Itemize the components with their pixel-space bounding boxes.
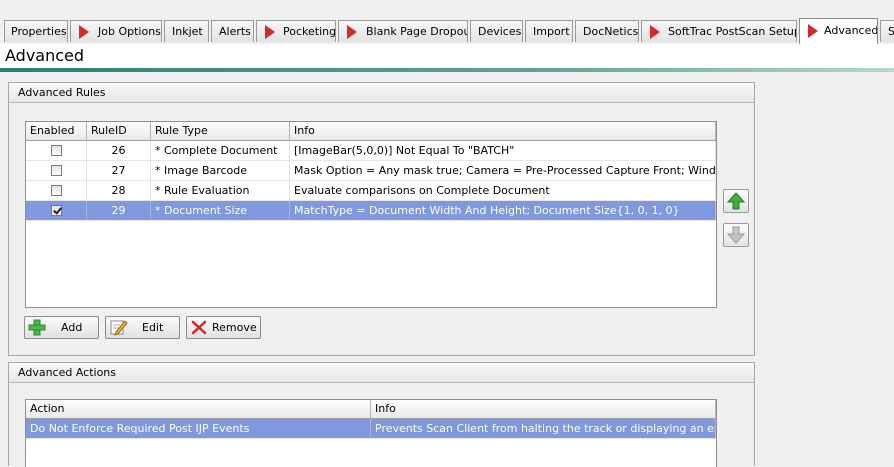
info-cell: Prevents Scan Client from halting the tr… xyxy=(371,419,716,439)
ruleid-cell: 28 xyxy=(87,181,151,201)
enabled-cell xyxy=(26,141,87,161)
info-cell: MatchType = Document Width And Height; D… xyxy=(290,201,716,221)
group-header: Advanced Rules xyxy=(9,83,754,103)
table-row[interactable]: 26 * Complete Document [ImageBar(5,0,0)]… xyxy=(26,141,716,161)
add-button[interactable]: Add xyxy=(24,316,99,339)
remove-button-label: Remove xyxy=(212,321,257,334)
green-up-arrow-icon xyxy=(726,192,746,210)
tab-label: Pocketing xyxy=(283,25,336,38)
rule-type-cell: * Complete Document xyxy=(151,141,290,161)
tab-label: Job Options xyxy=(98,25,161,38)
tab-label: Inkjet xyxy=(172,25,203,38)
column-header-info[interactable]: Info xyxy=(371,400,716,419)
tab-properties[interactable]: Properties xyxy=(4,20,68,42)
tab-softtrac-postscan-setup[interactable]: SoftTrac PostScan Setup xyxy=(641,20,797,42)
rule-type-cell: * Document Size xyxy=(151,201,290,221)
tab-label: Import xyxy=(533,25,570,38)
column-header-info[interactable]: Info xyxy=(290,122,716,141)
move-up-button[interactable] xyxy=(723,189,749,213)
tab-import[interactable]: Import xyxy=(525,20,573,42)
column-header-ruleid[interactable]: RuleID xyxy=(87,122,151,141)
rules-grid[interactable]: Enabled RuleID Rule Type Info 26 * Compl… xyxy=(25,121,717,308)
enabled-checkbox[interactable] xyxy=(51,145,62,156)
enabled-cell xyxy=(26,161,87,181)
tab-pocketing[interactable]: Pocketing xyxy=(256,20,336,42)
tab-alerts[interactable]: Alerts xyxy=(211,20,254,42)
column-header-rule-type[interactable]: Rule Type xyxy=(151,122,290,141)
red-arrow-icon xyxy=(650,25,660,39)
tab-devices[interactable]: Devices xyxy=(470,20,523,42)
edit-button-label: Edit xyxy=(142,321,164,334)
info-cell: Mask Option = Any mask true; Camera = Pr… xyxy=(290,161,716,181)
tab-label: Alerts xyxy=(219,25,251,38)
enabled-checkbox[interactable] xyxy=(51,205,62,216)
table-row-selected[interactable]: Do Not Enforce Required Post IJP Events … xyxy=(26,419,716,439)
enabled-cell xyxy=(26,201,87,221)
table-row[interactable]: 28 * Rule Evaluation Evaluate comparison… xyxy=(26,181,716,201)
column-header-action[interactable]: Action xyxy=(26,400,371,419)
info-cell: Evaluate comparisons on Complete Documen… xyxy=(290,181,716,201)
tab-docnetics[interactable]: DocNetics xyxy=(575,20,639,42)
actions-grid[interactable]: Action Info Do Not Enforce Required Post… xyxy=(25,399,717,467)
tab-label: DocNetics xyxy=(583,25,639,38)
red-arrow-icon xyxy=(808,24,818,38)
top-strip xyxy=(0,0,894,19)
enabled-checkbox[interactable] xyxy=(51,185,62,196)
tab-overflow[interactable]: S xyxy=(880,20,894,42)
enabled-checkbox[interactable] xyxy=(51,165,62,176)
red-arrow-icon xyxy=(79,25,89,39)
advanced-rules-group: Advanced Rules Enabled RuleID Rule Type … xyxy=(8,82,755,356)
green-plus-icon xyxy=(28,319,46,336)
enabled-cell xyxy=(26,181,87,201)
tab-label: Blank Page Dropout xyxy=(366,25,468,38)
tab-label: Advanced xyxy=(824,24,878,37)
red-x-icon xyxy=(191,320,207,335)
move-down-button[interactable] xyxy=(723,223,749,247)
page-title-bar: Advanced xyxy=(0,44,894,72)
rule-type-cell: * Image Barcode xyxy=(151,161,290,181)
ruleid-cell: 29 xyxy=(87,201,151,221)
pencil-edit-icon xyxy=(110,320,128,336)
tab-job-options[interactable]: Job Options xyxy=(70,20,162,42)
tab-label: S xyxy=(888,21,894,42)
tab-inkjet[interactable]: Inkjet xyxy=(164,20,209,42)
action-cell: Do Not Enforce Required Post IJP Events xyxy=(26,419,371,439)
tab-label: SoftTrac PostScan Setup xyxy=(668,25,797,38)
edit-button[interactable]: Edit xyxy=(105,316,180,339)
tab-label: Properties xyxy=(11,25,67,38)
red-arrow-icon xyxy=(347,25,357,39)
tab-blank-page-dropout[interactable]: Blank Page Dropout xyxy=(338,20,468,42)
group-header: Advanced Actions xyxy=(9,363,754,383)
page-title: Advanced xyxy=(5,46,85,65)
add-button-label: Add xyxy=(61,321,83,334)
grey-down-arrow-icon xyxy=(726,226,746,244)
ruleid-cell: 27 xyxy=(87,161,151,181)
rule-type-cell: * Rule Evaluation xyxy=(151,181,290,201)
info-cell: [ImageBar(5,0,0)] Not Equal To "BATCH" xyxy=(290,141,716,161)
tab-advanced[interactable]: Advanced xyxy=(799,18,878,44)
remove-button[interactable]: Remove xyxy=(186,316,261,339)
title-accent-line xyxy=(0,68,894,72)
table-row[interactable]: 27 * Image Barcode Mask Option = Any mas… xyxy=(26,161,716,181)
ruleid-cell: 26 xyxy=(87,141,151,161)
red-arrow-icon xyxy=(265,25,275,39)
column-header-enabled[interactable]: Enabled xyxy=(26,122,87,141)
table-row-selected[interactable]: 29 * Document Size MatchType = Document … xyxy=(26,201,716,221)
advanced-actions-group: Advanced Actions Action Info Do Not Enfo… xyxy=(8,362,755,467)
tab-bar: Properties Job Options Inkjet Alerts Poc… xyxy=(0,18,894,44)
tab-label: Devices xyxy=(478,25,522,38)
